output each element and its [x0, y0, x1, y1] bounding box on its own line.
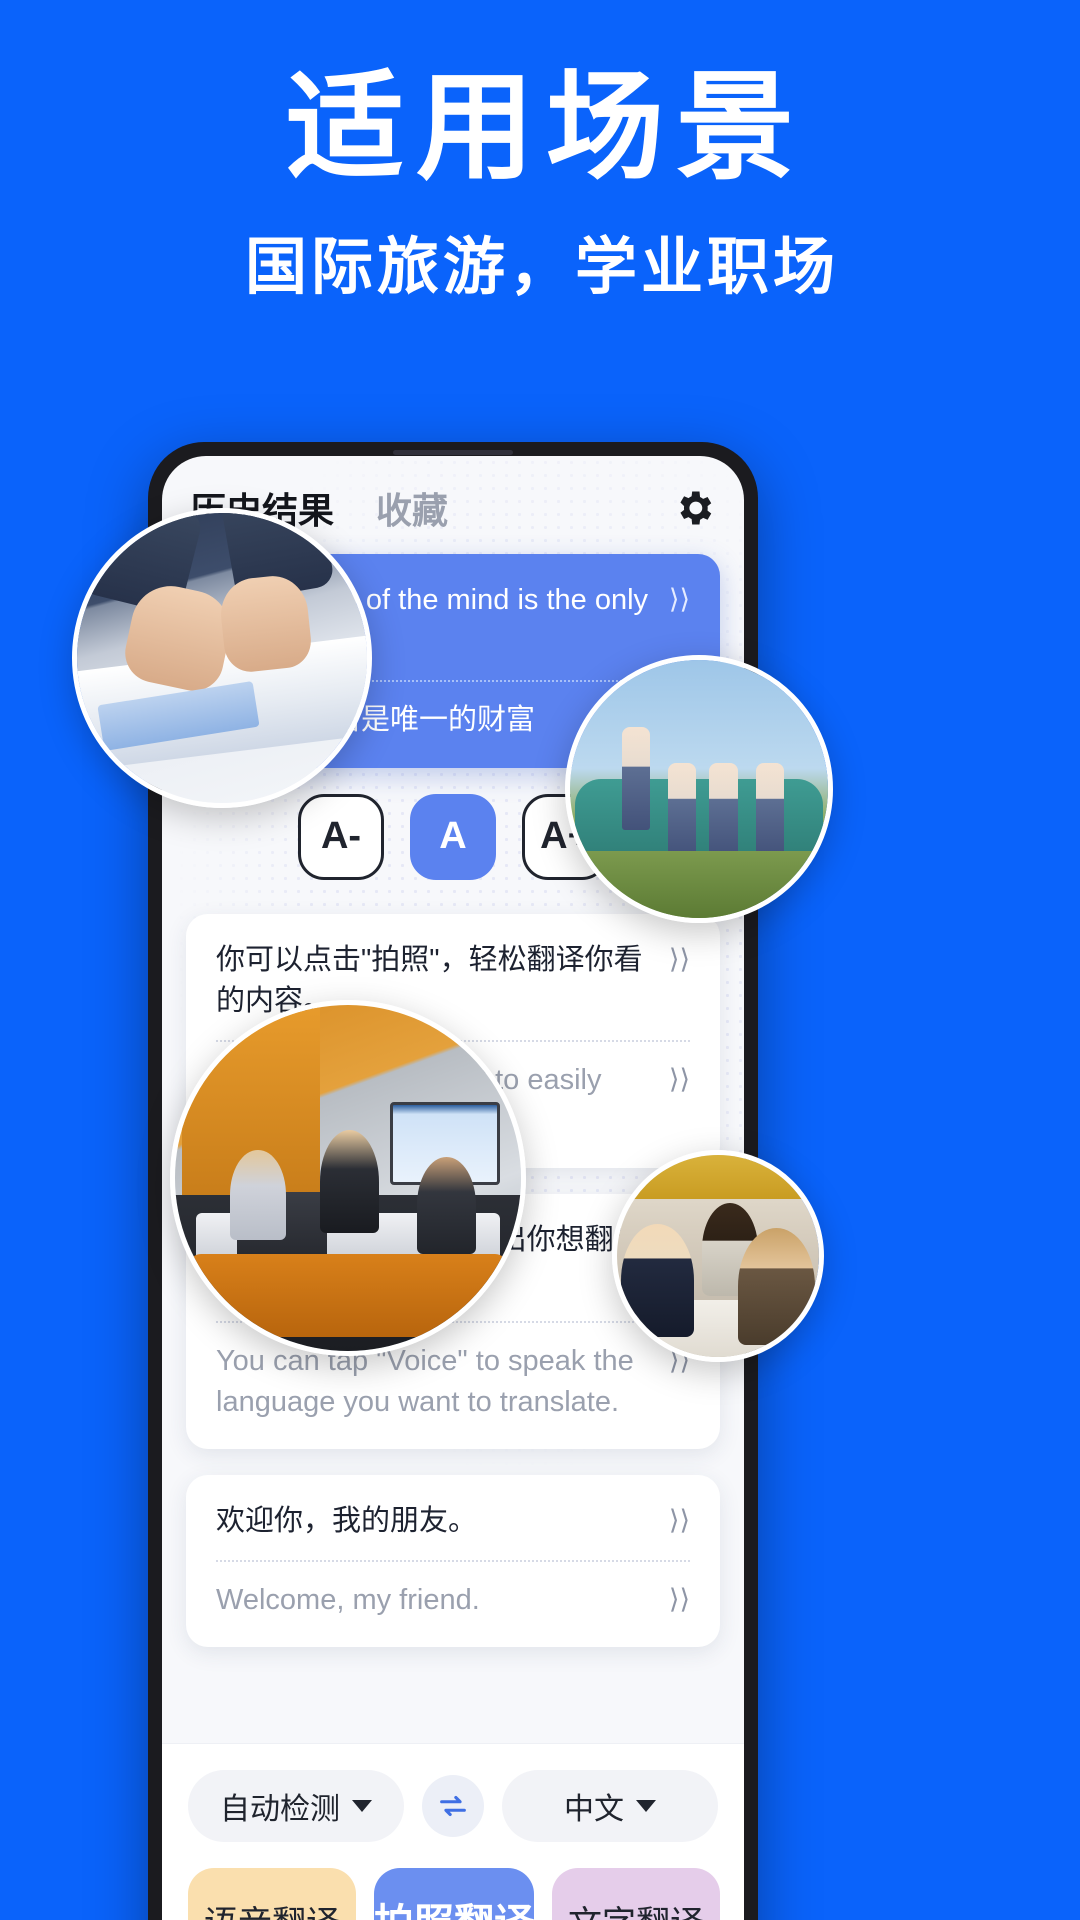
- caret-down-icon: [352, 1800, 372, 1812]
- card-target-row: Welcome, my friend. ⟩⟩: [216, 1580, 690, 1621]
- poster-headline-block: 适用场景 国际旅游，学业职场: [0, 0, 1080, 306]
- card-source-row: 欢迎你，我的朋友。 ⟩⟩: [216, 1501, 690, 1542]
- speaker-icon[interactable]: ⟩⟩: [669, 580, 690, 615]
- font-size-decrease-button[interactable]: A-: [298, 793, 384, 880]
- speaker-icon[interactable]: ⟩⟩: [669, 940, 690, 975]
- swap-languages-button[interactable]: [422, 1775, 484, 1837]
- friends-road-trip-van-photo: [565, 655, 833, 923]
- phone-earpiece: [393, 450, 513, 455]
- text-translate-button[interactable]: 文字翻译: [552, 1868, 720, 1920]
- page-subtitle: 国际旅游，学业职场: [244, 233, 839, 303]
- card-source-text: 欢迎你，我的朋友。: [216, 1504, 478, 1537]
- source-language-label: 自动检测: [220, 1793, 340, 1826]
- card-divider: [216, 1560, 690, 1563]
- table-row[interactable]: 欢迎你，我的朋友。 ⟩⟩ Welcome, my friend. ⟩⟩: [186, 1474, 720, 1648]
- translate-mode-buttons: 语音翻译 拍照翻译 文字翻译: [188, 1868, 720, 1920]
- voice-translate-button[interactable]: 语音翻译: [188, 1868, 356, 1920]
- speaker-icon[interactable]: ⟩⟩: [669, 1501, 690, 1536]
- tab-favorites-label: 收藏: [376, 490, 449, 531]
- caret-down-icon: [636, 1800, 656, 1812]
- bottom-action-bar: 自动检测 中文 语音翻译 拍照翻译 文字翻译: [162, 1743, 744, 1920]
- target-language-dropdown[interactable]: 中文: [502, 1770, 718, 1842]
- speaker-icon[interactable]: ⟩⟩: [669, 1060, 690, 1095]
- office-hands-document-photo: [72, 508, 372, 808]
- target-language-label: 中文: [564, 1793, 624, 1826]
- tab-favorites[interactable]: 收藏: [376, 482, 448, 534]
- source-language-dropdown[interactable]: 自动检测: [188, 1770, 404, 1842]
- font-size-normal-button[interactable]: A: [410, 793, 496, 880]
- classroom-presentation-photo: [170, 1000, 526, 1356]
- language-selector-row: 自动检测 中文: [188, 1770, 718, 1842]
- page-title: 适用场景: [285, 62, 806, 194]
- gear-icon[interactable]: [672, 486, 716, 530]
- card-target-text: You can tap "Voice" to speak the languag…: [216, 1344, 634, 1418]
- students-studying-desk-photo: [612, 1150, 824, 1362]
- speaker-icon[interactable]: ⟩⟩: [669, 1580, 690, 1615]
- card-target-text: Welcome, my friend.: [216, 1584, 480, 1617]
- photo-translate-button[interactable]: 拍照翻译: [374, 1868, 534, 1920]
